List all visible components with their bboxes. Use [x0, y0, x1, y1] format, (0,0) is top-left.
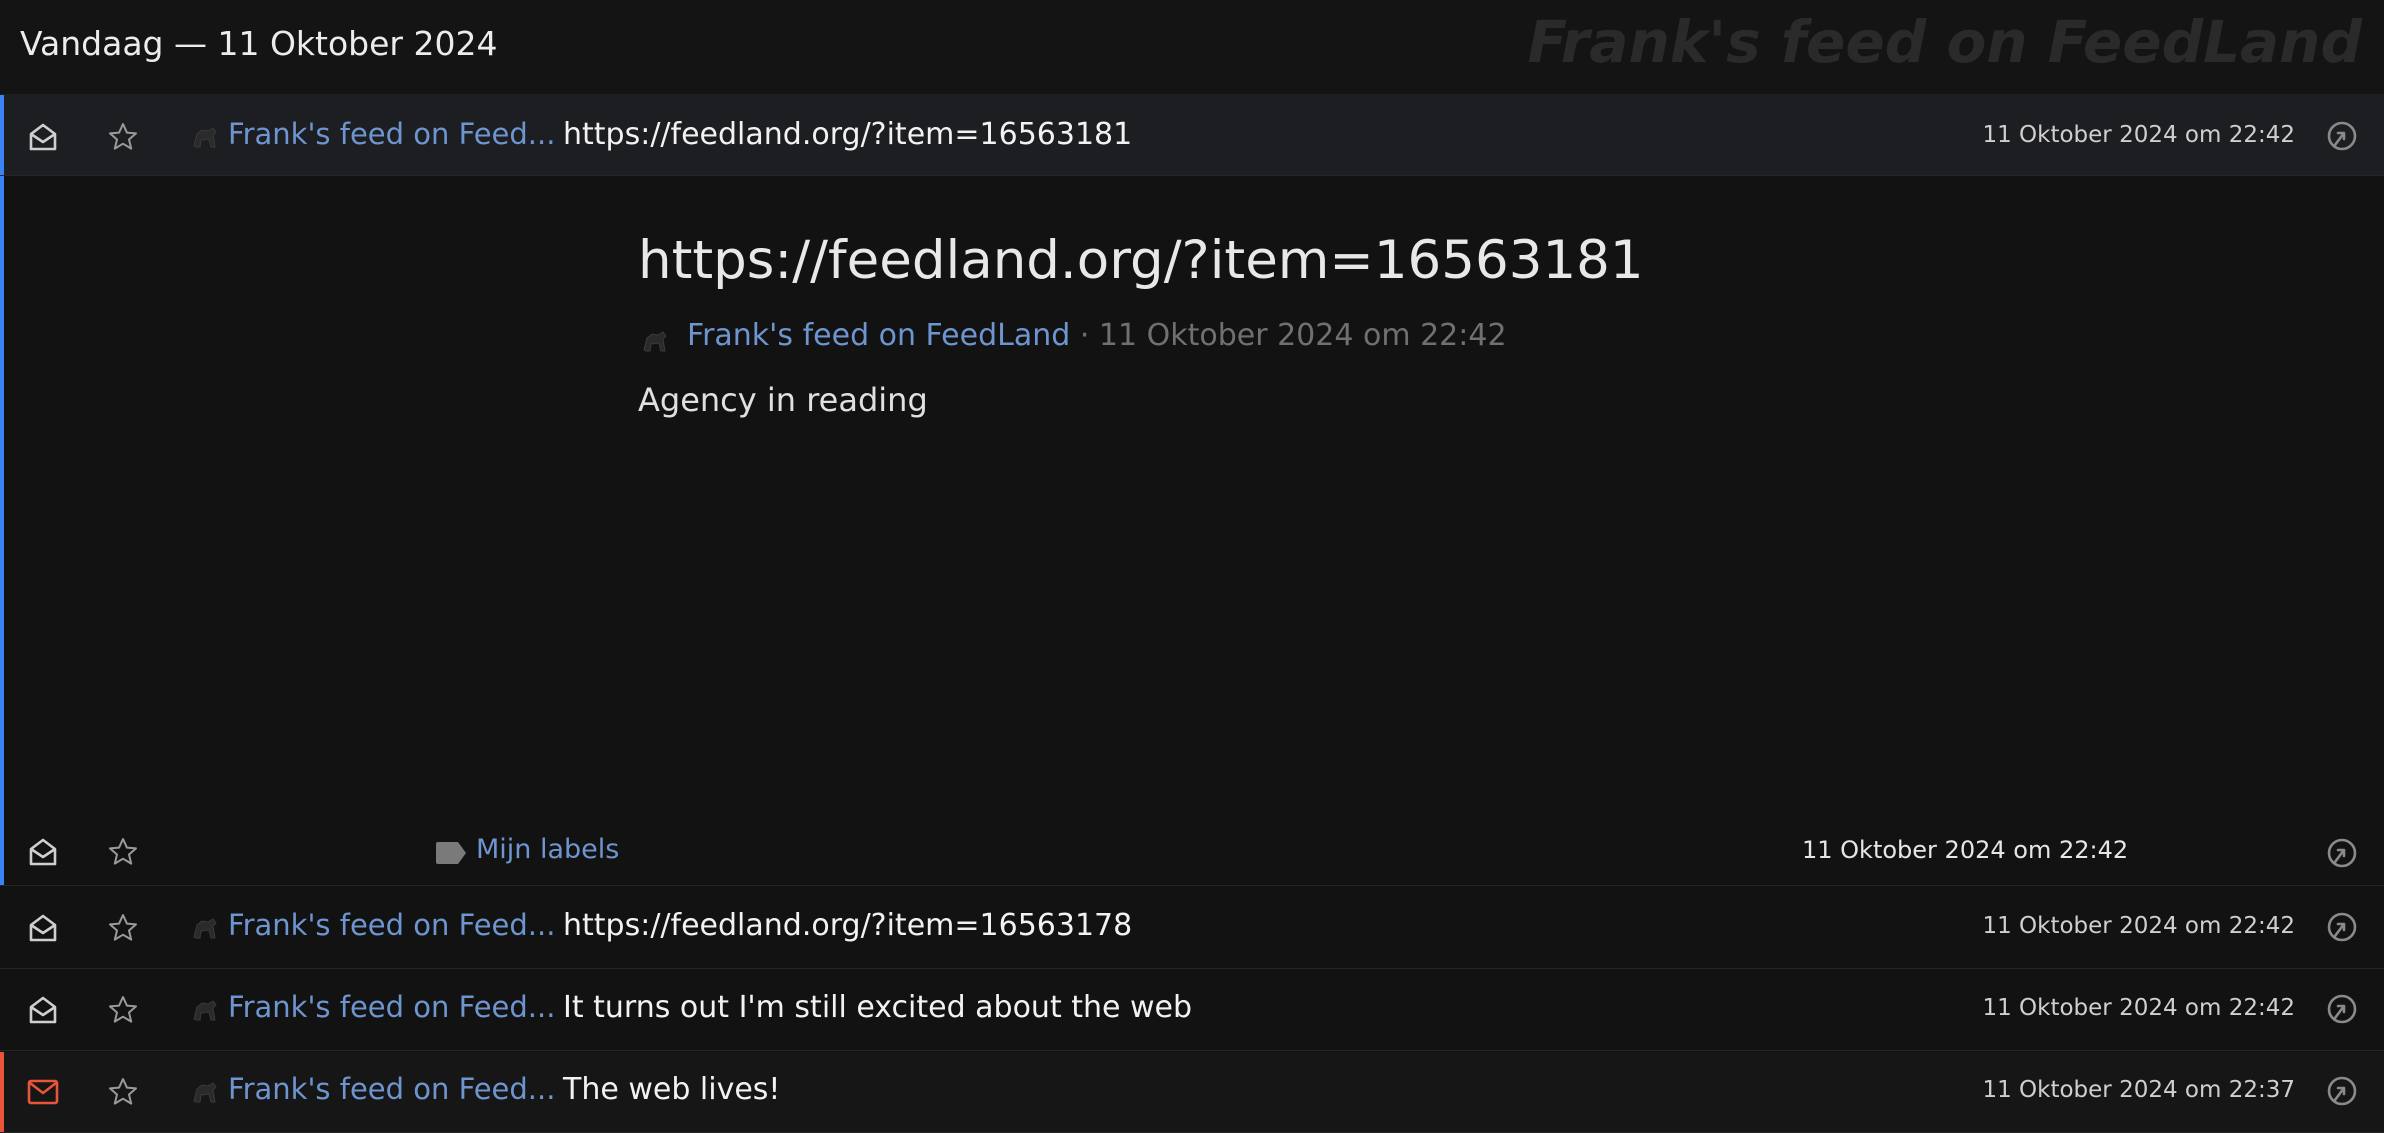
article-row[interactable]: Frank's feed on Feed... The web lives! 1… — [0, 1052, 2384, 1133]
footer-date: 11 Oktober 2024 om 22:42 — [1802, 836, 2129, 864]
day-title: Vandaag — 11 Oktober 2024 — [20, 24, 498, 63]
row-accent — [0, 1052, 4, 1132]
feed-title-watermark: Frank's feed on FeedLand — [1527, 8, 2363, 76]
share-icon[interactable] — [2325, 910, 2359, 944]
envelope-open-icon[interactable] — [27, 994, 59, 1026]
article-heading[interactable]: https://feedland.org/?item=16563181 — [638, 230, 1644, 291]
article-date: 11 Oktober 2024 om 22:37 — [1982, 1077, 2295, 1103]
labels-link[interactable]: Mijn labels — [476, 834, 619, 865]
share-icon[interactable] — [2325, 836, 2359, 870]
article-row[interactable]: Frank's feed on Feed... It turns out I'm… — [0, 970, 2384, 1051]
star-icon[interactable] — [107, 994, 139, 1026]
article-title[interactable]: https://feedland.org/?item=16563181 — [563, 117, 1132, 152]
star-icon[interactable] — [107, 912, 139, 944]
article-body: Agency in reading — [638, 381, 928, 419]
row-accent — [0, 95, 4, 175]
share-icon[interactable] — [2325, 119, 2359, 153]
article-date: 11 Oktober 2024 om 22:42 — [1982, 122, 2295, 148]
star-icon[interactable] — [107, 836, 139, 868]
feed-name[interactable]: Frank's feed on Feed... — [228, 990, 555, 1024]
article-date: 11 Oktober 2024 om 22:42 — [1982, 913, 2295, 939]
article-accent — [0, 176, 4, 885]
article-feed-link[interactable]: Frank's feed on FeedLand — [687, 318, 1070, 353]
share-icon[interactable] — [2325, 1074, 2359, 1108]
feed-favicon-icon — [193, 127, 217, 148]
article-title[interactable]: The web lives! — [563, 1072, 780, 1107]
article-meta-date: 11 Oktober 2024 om 22:42 — [1098, 318, 1507, 353]
feed-favicon-icon — [193, 1000, 217, 1021]
feed-favicon-icon — [193, 918, 217, 939]
article-row[interactable]: Frank's feed on Feed... https://feedland… — [0, 888, 2384, 969]
article-meta: Frank's feed on FeedLand · 11 Oktober 20… — [687, 318, 1507, 353]
share-icon[interactable] — [2325, 992, 2359, 1026]
envelope-open-icon[interactable] — [27, 121, 59, 153]
envelope-open-icon[interactable] — [27, 836, 59, 868]
feed-name[interactable]: Frank's feed on Feed... — [228, 1072, 555, 1106]
envelope-closed-icon[interactable] — [27, 1078, 59, 1106]
article-date: 11 Oktober 2024 om 22:42 — [1982, 995, 2295, 1021]
day-header: Vandaag — 11 Oktober 2024 Frank's feed o… — [0, 0, 2384, 95]
article-expanded: https://feedland.org/?item=16563181 Fran… — [0, 176, 2384, 886]
meta-separator: · — [1070, 318, 1099, 353]
star-icon[interactable] — [107, 121, 139, 153]
feed-name[interactable]: Frank's feed on Feed... — [228, 117, 555, 151]
label-tag-icon — [436, 842, 466, 864]
article-row[interactable]: Frank's feed on Feed... https://feedland… — [0, 95, 2384, 176]
feed-name[interactable]: Frank's feed on Feed... — [228, 908, 555, 942]
envelope-open-icon[interactable] — [27, 912, 59, 944]
feed-favicon-icon — [193, 1082, 217, 1103]
article-title[interactable]: https://feedland.org/?item=16563178 — [563, 908, 1132, 943]
star-icon[interactable] — [107, 1076, 139, 1108]
feed-favicon-icon — [643, 331, 667, 352]
article-title[interactable]: It turns out I'm still excited about the… — [563, 990, 1192, 1025]
